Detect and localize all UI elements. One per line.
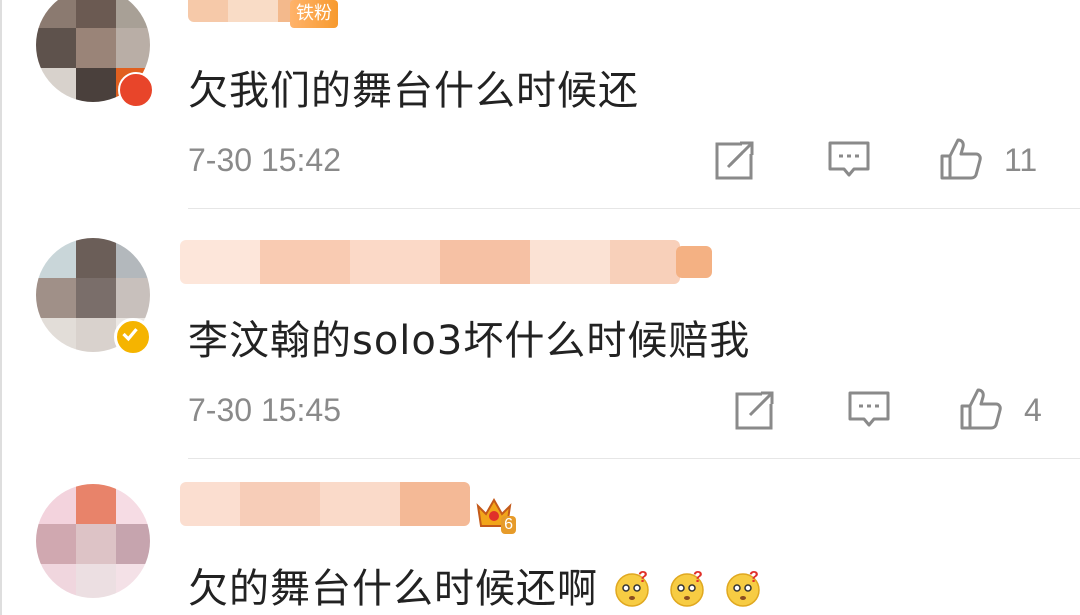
share-icon xyxy=(715,140,756,180)
confused-face-icon: ? xyxy=(669,568,709,608)
svg-text:?: ? xyxy=(749,569,760,586)
thumbs-up-icon xyxy=(940,138,982,180)
confused-face-icon: ? xyxy=(725,568,765,608)
comment-text: 欠我们的舞台什么时候还 xyxy=(188,68,639,114)
svg-text:?: ? xyxy=(693,569,704,586)
comment-item[interactable]: 6 欠的舞台什么时候还啊 ? ? ? xyxy=(0,460,1080,615)
vip-badge-icon xyxy=(118,72,154,108)
like-button[interactable] xyxy=(958,386,1004,432)
confused-face-icon: ? xyxy=(614,568,654,608)
avatar[interactable] xyxy=(36,484,150,598)
comment-icon xyxy=(848,391,890,427)
username-blurred[interactable] xyxy=(180,482,470,526)
comment-icon xyxy=(828,141,870,177)
comment-time: 7-30 15:42 xyxy=(188,142,342,178)
like-button[interactable] xyxy=(938,136,984,182)
fan-badge: 铁粉 xyxy=(290,0,338,28)
level-badge-icon xyxy=(676,246,712,278)
comment-text: 李汶翰的solo3坏什么时候赔我 xyxy=(188,318,751,364)
share-button[interactable] xyxy=(712,137,758,183)
comment-text-row: 欠的舞台什么时候还啊 ? ? ? xyxy=(188,556,765,614)
like-count: 4 xyxy=(1024,392,1042,428)
username-blurred[interactable] xyxy=(180,240,680,284)
divider xyxy=(188,208,1080,209)
comment-item[interactable]: 李汶翰的solo3坏什么时候赔我 7-30 15:45 4 xyxy=(0,210,1080,460)
verified-badge-icon xyxy=(114,318,152,356)
comment-text: 欠的舞台什么时候还啊 xyxy=(188,566,598,612)
thumbs-up-icon xyxy=(960,388,1002,430)
comment-time: 7-30 15:45 xyxy=(188,392,342,428)
crown-badge-icon: 6 xyxy=(474,492,516,534)
svg-text:?: ? xyxy=(638,569,649,586)
reply-button[interactable] xyxy=(846,387,892,433)
share-icon xyxy=(735,390,776,430)
share-button[interactable] xyxy=(732,387,778,433)
comment-item[interactable]: 铁粉 欠我们的舞台什么时候还 7-30 15:42 11 xyxy=(0,0,1080,210)
divider xyxy=(188,458,1080,459)
like-count: 11 xyxy=(1004,142,1038,178)
reply-button[interactable] xyxy=(826,137,872,183)
